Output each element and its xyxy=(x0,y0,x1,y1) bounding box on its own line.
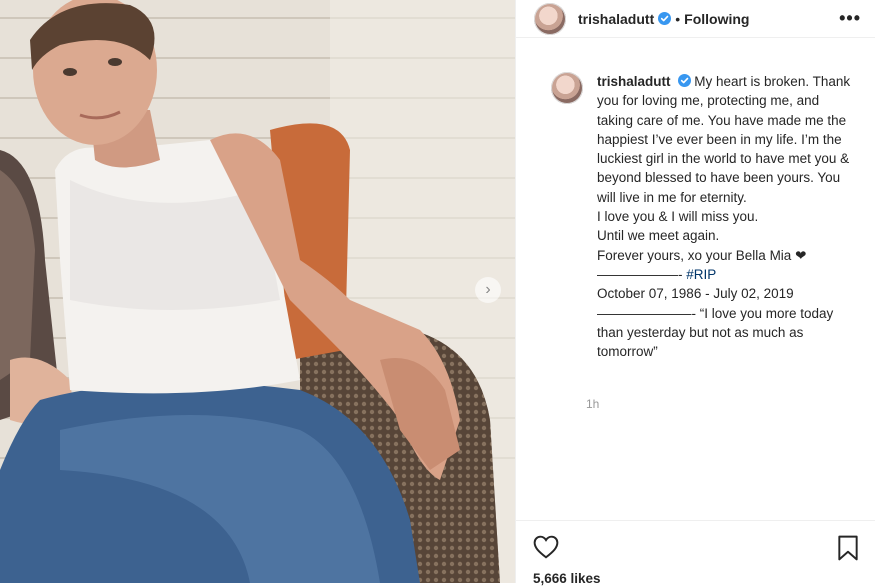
hashtag-link[interactable]: #RIP xyxy=(686,267,716,282)
verified-badge-icon xyxy=(658,12,672,25)
action-bar: 5,666 likes xyxy=(515,520,875,586)
following-button[interactable]: Following xyxy=(684,11,749,27)
post-header: trishaladutt • Following ••• xyxy=(516,0,875,38)
post-photo[interactable]: › xyxy=(0,0,515,583)
post-sidebar: trishaladutt • Following ••• trishaladut… xyxy=(515,0,875,583)
caption-avatar[interactable] xyxy=(551,72,583,104)
separator-dot: • xyxy=(675,10,681,27)
next-photo-button[interactable]: › xyxy=(475,277,501,303)
heart-icon[interactable] xyxy=(533,535,559,559)
header-text: trishaladutt • Following xyxy=(578,11,749,27)
photo-image xyxy=(0,0,515,583)
caption-quote: ———————- “I love you more today than yes… xyxy=(597,305,834,360)
caption-line-2: Thank you for loving me, protecting me, … xyxy=(597,74,851,205)
more-options-icon[interactable]: ••• xyxy=(839,8,861,29)
username-link[interactable]: trishaladutt xyxy=(578,11,654,27)
caption-line-1: My heart is broken. xyxy=(694,74,810,89)
caption-line-3: I love you & I will miss you. xyxy=(597,209,759,225)
caption-dash-line: ——————- xyxy=(597,266,683,282)
caption-username-link[interactable]: trishaladutt xyxy=(597,74,671,89)
instagram-post: › trishaladutt • Following ••• trishalad… xyxy=(0,0,875,586)
caption-line-5: Forever yours, xo your Bella Mia ❤ xyxy=(597,247,807,263)
avatar[interactable] xyxy=(534,2,566,35)
post-timestamp[interactable]: 1h xyxy=(586,397,599,411)
bookmark-icon[interactable] xyxy=(837,535,859,561)
likes-count[interactable]: 5,666 likes xyxy=(533,571,601,586)
caption-text: trishaladutt My heart is broken. Thank y… xyxy=(597,72,852,361)
caption-verified-badge-icon xyxy=(677,74,691,87)
caption-block: trishaladutt My heart is broken. Thank y… xyxy=(551,72,863,361)
chevron-right-icon: › xyxy=(485,281,491,298)
caption-line-4: Until we meet again. xyxy=(597,228,720,244)
caption-dates: October 07, 1986 - July 02, 2019 xyxy=(597,286,794,302)
